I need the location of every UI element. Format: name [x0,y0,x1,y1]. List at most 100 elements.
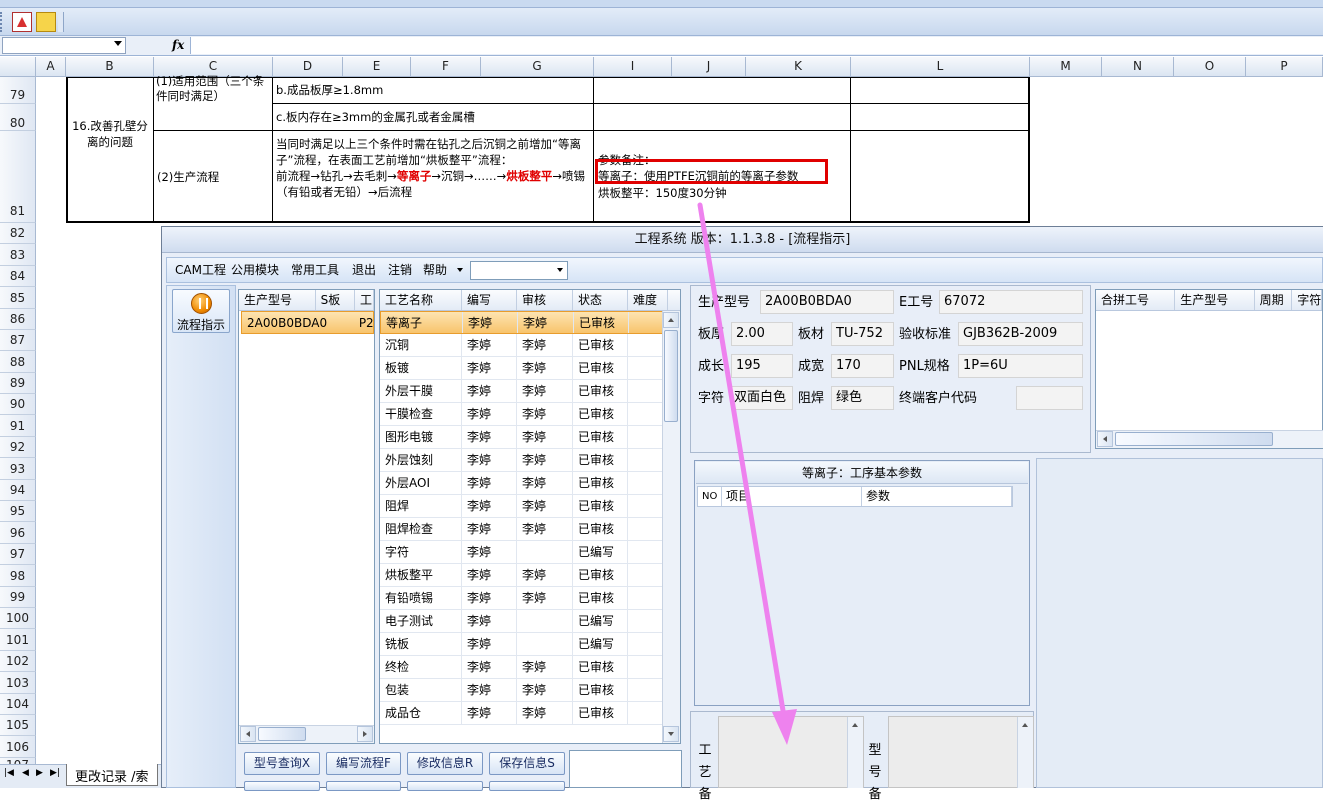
col-process-name[interactable]: 工艺名称 [380,290,462,310]
write-flow-button[interactable]: 编写流程F [326,752,401,775]
column-header[interactable]: I [594,57,672,77]
cell-scope[interactable]: (1)适用范围（三个条件同时满足） [156,74,270,104]
row-header[interactable]: 83 [0,244,36,266]
combo-arrow-icon[interactable] [557,268,563,272]
row-header[interactable]: 84 [0,266,36,287]
window-title[interactable]: 工程系统 版本：1.1.3.8 - [流程指示] [162,227,1323,253]
row-header[interactable]: 87 [0,330,36,351]
process-row[interactable]: 外层干膜 李婷 李婷 已审核 [380,380,680,403]
cell-thickness[interactable]: b.成品板厚≥1.8mm [276,82,586,98]
column-header[interactable]: L [851,57,1030,77]
material-field[interactable]: TU-752 [831,322,894,346]
row-header[interactable]: 98 [0,565,36,587]
col-reviewer[interactable]: 审核 [517,290,573,310]
pnl-field[interactable]: 1P=6U [958,354,1083,378]
row-header[interactable]: 86 [0,309,36,330]
edit-info-button[interactable]: 修改信息R [407,752,483,775]
process-row[interactable]: 铣板 李婷 已编写 [380,633,680,656]
col-merge-cycle[interactable]: 周期 [1255,290,1293,310]
menu-tools[interactable]: 常用工具 [291,262,339,278]
col-merge-model[interactable]: 生产型号 [1175,290,1255,310]
pdf-icon[interactable] [12,12,32,32]
process-row[interactable]: 阻焊检查 李婷 李婷 已审核 [380,518,680,541]
column-header[interactable]: B [66,57,154,77]
toolbar-overflow-icon[interactable] [58,12,64,32]
col-s-board[interactable]: S板 [316,290,355,310]
column-header[interactable]: O [1174,57,1246,77]
column-header[interactable]: J [672,57,746,77]
col-item[interactable]: 项目 [722,487,862,506]
row-header[interactable]: 92 [0,437,36,458]
col-model[interactable]: 生产型号 [239,290,316,310]
column-header[interactable]: F [411,57,481,77]
row-header[interactable]: 80 [0,104,36,131]
process-row[interactable]: 阻焊 李婷 李婷 已审核 [380,495,680,518]
column-header[interactable]: E [343,57,411,77]
menu-help[interactable]: 帮助 [423,262,447,278]
col-no[interactable]: NO [698,487,722,506]
process-row[interactable]: 字符 李婷 已编写 [380,541,680,564]
width-field[interactable]: 170 [831,354,894,378]
column-header[interactable]: K [746,57,851,77]
model-query-button[interactable]: 型号查询X [244,752,320,775]
memo-vscroll[interactable] [847,717,863,788]
process-row[interactable]: 干膜检查 李婷 李婷 已审核 [380,403,680,426]
fx-icon[interactable]: fx [172,37,188,54]
hscroll-thumb[interactable] [1115,432,1273,446]
process-row[interactable]: 烘板整平 李婷 李婷 已审核 [380,564,680,587]
row-header[interactable]: 104 [0,694,36,715]
row-header[interactable]: 94 [0,480,36,501]
col-param[interactable]: 参数 [862,487,1012,506]
row2-button[interactable] [244,781,320,791]
row-header[interactable]: 102 [0,651,36,672]
menu-dropdown-icon[interactable] [457,268,463,272]
column-header[interactable]: A [36,57,66,77]
process-row[interactable]: 外层AOI 李婷 李婷 已审核 [380,472,680,495]
model-row[interactable]: 2A00B0BDA0 P2 [241,311,374,334]
row2-button[interactable] [489,781,565,791]
column-header[interactable]: G [481,57,594,77]
length-field[interactable]: 195 [731,354,793,378]
col-work[interactable]: 工 [355,290,374,310]
col-status[interactable]: 状态 [573,290,628,310]
row-header[interactable]: 93 [0,458,36,480]
col-writer[interactable]: 编写 [462,290,517,310]
cell-hole[interactable]: c.板内存在≥3mm的金属孔或者金属槽 [276,109,586,125]
last-sheet-icon[interactable]: ▶| [50,768,60,778]
column-header[interactable]: M [1030,57,1102,77]
model-field[interactable]: 2A00B0BDA0 [760,290,894,314]
row-header[interactable]: 100 [0,608,36,629]
name-box[interactable] [2,37,126,54]
process-row[interactable]: 成品仓 李婷 李婷 已审核 [380,702,680,725]
menu-exit[interactable]: 退出 [352,262,376,278]
scroll-up-icon[interactable] [1022,723,1028,727]
formula-input[interactable] [190,37,1323,54]
save-info-button[interactable]: 保存信息S [489,752,565,775]
col-merge-work[interactable]: 合拼工号 [1096,290,1176,310]
menu-logout[interactable]: 注销 [388,262,412,278]
process-row[interactable]: 板镀 李婷 李婷 已审核 [380,357,680,380]
process-remark-memo[interactable] [718,716,864,788]
row-header[interactable]: 101 [0,629,36,651]
process-row[interactable]: 有铅喷锡 李婷 李婷 已审核 [380,587,680,610]
char-field[interactable]: 双面白色 [731,386,793,410]
row-header[interactable]: 91 [0,415,36,437]
first-sheet-icon[interactable]: |◀ [4,768,14,778]
process-row[interactable]: 等离子 李婷 李婷 已审核 [380,311,680,334]
scroll-up-icon[interactable] [852,723,858,727]
cell-issue-title[interactable]: 16.改善孔壁分离的问题 [70,118,150,150]
thickness-field[interactable]: 2.00 [731,322,793,346]
process-row[interactable]: 沉铜 李婷 李婷 已审核 [380,334,680,357]
column-header[interactable]: N [1102,57,1174,77]
row-header[interactable]: 105 [0,715,36,736]
sheet-tab-change-log[interactable]: 更改记录 /索 [66,764,158,786]
row2-button[interactable] [326,781,401,791]
engineer-field[interactable]: 67072 [939,290,1083,314]
row-header[interactable]: 82 [0,223,36,244]
row-header[interactable]: 81 [0,131,36,223]
row-header[interactable]: 106 [0,736,36,758]
next-sheet-icon[interactable]: ▶ [36,768,43,778]
cell-process[interactable]: (2)生产流程 [157,169,271,185]
row-header[interactable]: 89 [0,373,36,394]
row-header[interactable]: 88 [0,351,36,373]
